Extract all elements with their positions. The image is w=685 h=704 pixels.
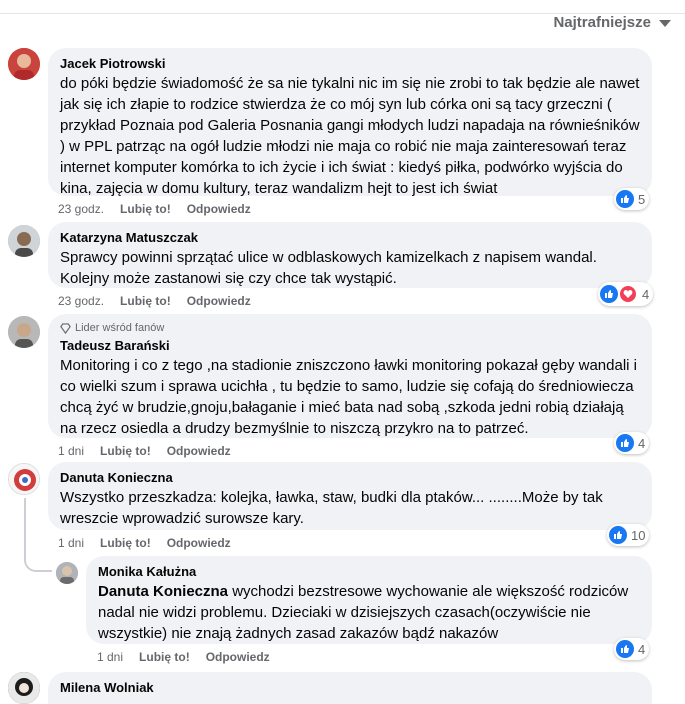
comment-bubble: Monika Kałużna Danuta Konieczna wychodzi… bbox=[86, 556, 652, 644]
like-reaction-icon bbox=[616, 434, 634, 452]
like-button[interactable]: Lubię to! bbox=[100, 444, 151, 458]
reaction-count[interactable]: 4 bbox=[614, 638, 650, 660]
comment-time[interactable]: 1 dni bbox=[58, 536, 84, 550]
comment-author[interactable]: Tadeusz Barański bbox=[60, 338, 640, 353]
comment-time[interactable]: 1 dni bbox=[97, 650, 123, 664]
avatar[interactable] bbox=[56, 562, 78, 584]
avatar[interactable] bbox=[8, 225, 40, 257]
comment-bubble: Katarzyna Matuszczak Sprawcy powinni spr… bbox=[48, 222, 652, 288]
reaction-count[interactable]: 10 bbox=[607, 524, 650, 546]
comment-actions: 1 dni Lubię to! Odpowiedz bbox=[58, 536, 231, 550]
chevron-down-icon bbox=[659, 20, 671, 27]
fan-badge-label: Lider wśród fanów bbox=[75, 322, 165, 334]
reaction-count[interactable]: 5 bbox=[614, 188, 650, 210]
comment-text: Wszystko przeszkadza: kolejka, ławka, st… bbox=[60, 489, 603, 527]
comment-time[interactable]: 23 godz. bbox=[58, 202, 104, 216]
comment-text: Monitoring i co z tego ,na stadionie zni… bbox=[60, 357, 637, 437]
sort-dropdown[interactable]: Najtrafniejsze bbox=[553, 14, 671, 31]
reply-button[interactable]: Odpowiedz bbox=[206, 650, 270, 664]
avatar[interactable] bbox=[8, 48, 40, 80]
fan-badge: Lider wśród fanów bbox=[60, 322, 640, 334]
reaction-number: 4 bbox=[638, 641, 646, 657]
comment-text: Danuta Konieczna wychodzi bezstresowe wy… bbox=[98, 581, 640, 644]
comment-actions: 1 dni Lubię to! Odpowiedz bbox=[58, 444, 231, 458]
reply-button[interactable]: Odpowiedz bbox=[167, 444, 231, 458]
avatar[interactable] bbox=[8, 316, 40, 348]
comment-actions: 23 godz. Lubię to! Odpowiedz bbox=[58, 294, 251, 308]
like-reaction-icon bbox=[616, 640, 634, 658]
comment-author[interactable]: Jacek Piotrowski bbox=[60, 56, 640, 71]
like-reaction-icon bbox=[616, 190, 634, 208]
like-reaction-icon bbox=[600, 285, 618, 303]
comment-actions: 23 godz. Lubię to! Odpowiedz bbox=[58, 202, 251, 216]
comment-author[interactable]: Monika Kałużna bbox=[98, 564, 640, 579]
comment-text: do póki będzie świadomość że sa nie tyka… bbox=[60, 75, 640, 197]
reply-button[interactable]: Odpowiedz bbox=[187, 294, 251, 308]
reaction-number: 5 bbox=[638, 191, 646, 207]
top-divider bbox=[0, 0, 685, 14]
sort-label: Najtrafniejsze bbox=[553, 14, 651, 31]
comment-bubble: Jacek Piotrowski do póki będzie świadomo… bbox=[48, 48, 652, 197]
comment-time[interactable]: 23 godz. bbox=[58, 294, 104, 308]
reaction-number: 4 bbox=[638, 435, 646, 451]
reply-thread-line bbox=[24, 498, 52, 572]
reaction-count[interactable]: 4 bbox=[614, 432, 650, 454]
reaction-count[interactable]: 4 bbox=[598, 282, 654, 306]
like-button[interactable]: Lubię to! bbox=[120, 294, 171, 308]
like-reaction-icon bbox=[609, 526, 627, 544]
like-button[interactable]: Lubię to! bbox=[120, 202, 171, 216]
comment-author[interactable]: Danuta Konieczna bbox=[60, 470, 640, 485]
comment-bubble: Milena Wolniak bbox=[48, 672, 652, 704]
comment-actions: 1 dni Lubię to! Odpowiedz bbox=[97, 650, 270, 664]
comment-author[interactable]: Milena Wolniak bbox=[60, 680, 640, 695]
mention-link[interactable]: Danuta Konieczna bbox=[98, 583, 228, 600]
avatar[interactable] bbox=[8, 672, 40, 704]
reply-button[interactable]: Odpowiedz bbox=[167, 536, 231, 550]
diamond-icon bbox=[60, 322, 71, 334]
comment-text: Sprawcy powinni sprzątać ulice w odblask… bbox=[60, 249, 597, 287]
like-button[interactable]: Lubię to! bbox=[139, 650, 190, 664]
reply-button[interactable]: Odpowiedz bbox=[187, 202, 251, 216]
avatar[interactable] bbox=[8, 463, 40, 495]
comment-bubble: Lider wśród fanów Tadeusz Barański Monit… bbox=[48, 314, 652, 438]
reaction-number: 4 bbox=[642, 286, 650, 302]
comment-bubble: Danuta Konieczna Wszystko przeszkadza: k… bbox=[48, 462, 652, 530]
heart-reaction-icon bbox=[618, 284, 638, 304]
like-button[interactable]: Lubię to! bbox=[100, 536, 151, 550]
comment-author[interactable]: Katarzyna Matuszczak bbox=[60, 230, 640, 245]
comment-time[interactable]: 1 dni bbox=[58, 444, 84, 458]
reaction-number: 10 bbox=[631, 527, 646, 543]
